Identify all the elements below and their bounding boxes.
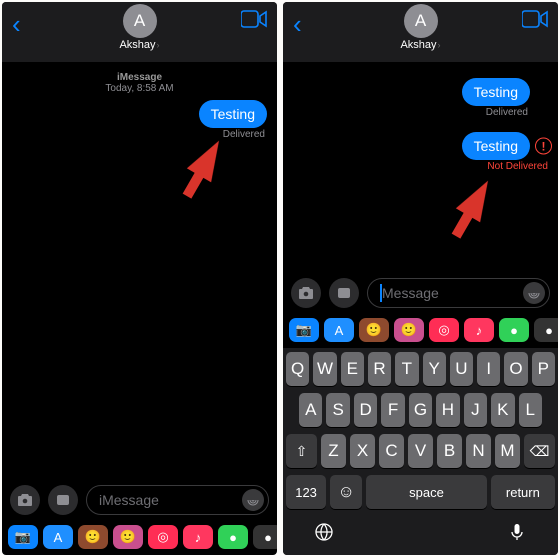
input-bar: Message [283,272,558,314]
facetime-button[interactable] [522,10,548,33]
app-strip-icon[interactable]: 🙂 [394,318,424,342]
key-shift[interactable]: ⇧ [286,434,317,468]
key-z[interactable]: Z [321,434,346,468]
input-bar: iMessage [2,479,277,521]
message-row[interactable]: Testing ! [283,132,558,160]
audio-record-icon[interactable] [523,282,545,304]
key-space[interactable]: space [366,475,486,509]
app-strip-icon[interactable]: 🙂 [113,525,143,549]
phone-left: ‹ A Akshay› iMessageToday, 8:58 AM Testi… [2,2,277,555]
phone-right: ‹ A Akshay› Testing Delivered Testing ! … [283,2,558,555]
key-e[interactable]: E [341,352,364,386]
key-d[interactable]: D [354,393,377,427]
key-o[interactable]: O [504,352,527,386]
appstore-button[interactable] [48,485,78,515]
contact-name: Akshay› [119,39,159,51]
annotation-arrow [456,174,500,223]
app-strip-icon[interactable]: 📷 [289,318,319,342]
message-row[interactable]: Testing [2,100,277,128]
delivery-status: Delivered [283,107,558,118]
app-strip-icon[interactable]: 📷 [8,525,38,549]
annotation-arrow [187,134,231,183]
key-q[interactable]: Q [286,352,309,386]
app-strip-icon[interactable]: ● [534,318,558,342]
key-j[interactable]: J [464,393,487,427]
globe-icon[interactable] [314,522,334,547]
key-return[interactable]: return [491,475,555,509]
key-n[interactable]: N [466,434,491,468]
message-input[interactable]: Message [367,278,550,308]
delivery-status: Delivered [2,129,277,140]
key-g[interactable]: G [409,393,432,427]
avatar: A [404,4,438,38]
message-bubble: Testing [199,100,267,128]
appstore-button[interactable] [329,278,359,308]
key-i[interactable]: I [477,352,500,386]
key-h[interactable]: H [436,393,459,427]
app-strip[interactable]: 📷A🙂🙂◎♪●●✦ [283,314,558,348]
header: ‹ A Akshay› [2,2,277,62]
key-u[interactable]: U [450,352,473,386]
delivery-status-error: Not Delivered [283,161,558,172]
key-c[interactable]: C [379,434,404,468]
contact-name: Akshay› [400,39,440,51]
key-l[interactable]: L [519,393,542,427]
camera-button[interactable] [291,278,321,308]
key-t[interactable]: T [395,352,418,386]
chevron-right-icon: › [157,40,160,50]
app-strip-icon[interactable]: ● [253,525,277,549]
camera-button[interactable] [10,485,40,515]
key-a[interactable]: A [299,393,322,427]
app-strip-icon[interactable]: ● [499,318,529,342]
dictation-icon[interactable] [507,522,527,547]
keyboard-bottom-bar [286,516,555,549]
key-emoji[interactable]: ☺ [330,475,362,509]
app-strip-icon[interactable]: 🙂 [78,525,108,549]
contact-block[interactable]: A Akshay› [2,4,277,51]
facetime-button[interactable] [241,10,267,33]
conversation: iMessageToday, 8:58 AM Testing Delivered [2,62,277,479]
contact-block[interactable]: A Akshay› [283,4,558,51]
key-w[interactable]: W [313,352,336,386]
app-strip-icon[interactable]: ◎ [429,318,459,342]
key-r[interactable]: R [368,352,391,386]
error-icon[interactable]: ! [535,138,552,155]
app-strip-icon[interactable]: ● [218,525,248,549]
app-strip-icon[interactable]: A [324,318,354,342]
key-f[interactable]: F [381,393,404,427]
key-m[interactable]: M [495,434,520,468]
app-strip-icon[interactable]: ♪ [183,525,213,549]
app-strip-icon[interactable]: A [43,525,73,549]
app-strip-icon[interactable]: ◎ [148,525,178,549]
conversation: Testing Delivered Testing ! Not Delivere… [283,62,558,272]
header: ‹ A Akshay› [283,2,558,62]
message-bubble: Testing [462,78,530,106]
key-b[interactable]: B [437,434,462,468]
app-strip[interactable]: 📷A🙂🙂◎♪●●✦ [2,521,277,555]
key-s[interactable]: S [326,393,349,427]
chevron-right-icon: › [438,40,441,50]
key-p[interactable]: P [532,352,555,386]
message-input[interactable]: iMessage [86,485,269,515]
key-v[interactable]: V [408,434,433,468]
audio-record-icon[interactable] [242,489,264,511]
timestamp: iMessageToday, 8:58 AM [2,72,277,94]
key-y[interactable]: Y [423,352,446,386]
placeholder: Message [382,285,439,301]
key-backspace[interactable]: ⌫ [524,434,555,468]
key-x[interactable]: X [350,434,375,468]
key-123[interactable]: 123 [286,475,326,509]
app-strip-icon[interactable]: ♪ [464,318,494,342]
avatar: A [123,4,157,38]
app-strip-icon[interactable]: 🙂 [359,318,389,342]
message-bubble: Testing [462,132,530,160]
placeholder: iMessage [99,492,159,508]
message-row[interactable]: Testing [283,78,558,106]
key-k[interactable]: K [491,393,514,427]
keyboard: QWERTYUIOP ASDFGHJKL ⇧ZXCVBNM⌫ 123 ☺ spa… [283,348,558,555]
